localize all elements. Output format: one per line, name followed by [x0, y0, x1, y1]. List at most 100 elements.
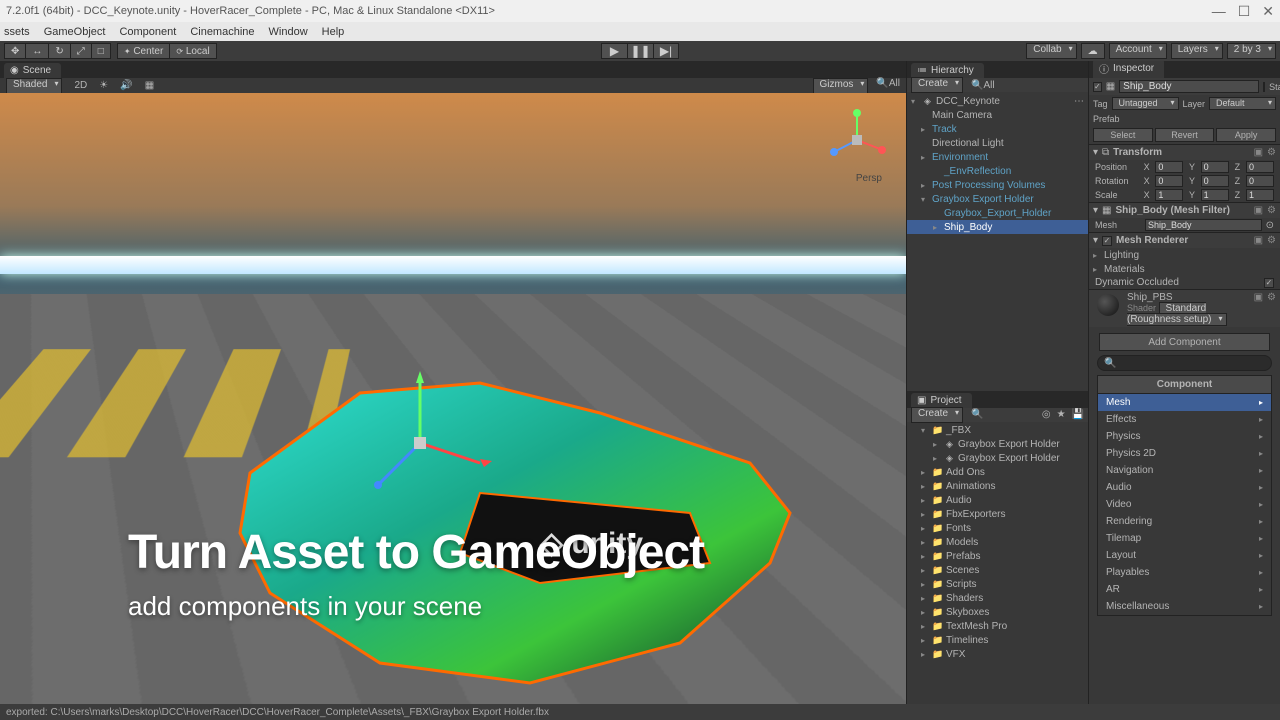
project-filter-icon[interactable]: ◎	[1042, 409, 1051, 420]
scene-light-icon[interactable]: ☀	[99, 80, 108, 91]
account-dropdown[interactable]: Account	[1109, 43, 1167, 59]
window-maximize-icon[interactable]: ☐	[1238, 3, 1251, 20]
add-component-item[interactable]: Navigation▸	[1098, 462, 1271, 479]
scale-tool[interactable]: ⤢	[70, 43, 91, 59]
add-component-item[interactable]: AR▸	[1098, 581, 1271, 598]
project-item[interactable]: ▸📁Fonts	[907, 522, 1088, 536]
project-search[interactable]: 🔍	[971, 409, 983, 420]
pause-button[interactable]: ❚❚	[627, 43, 653, 59]
help-icon[interactable]: ▣	[1254, 205, 1263, 216]
rect-tool[interactable]: □	[91, 43, 111, 59]
layer-dropdown[interactable]: Default	[1209, 97, 1276, 110]
layout-dropdown[interactable]: 2 by 3	[1227, 43, 1276, 59]
menu-assets[interactable]: ssets	[4, 26, 30, 38]
add-component-item[interactable]: Playables▸	[1098, 564, 1271, 581]
play-button[interactable]: ▶	[601, 43, 627, 59]
hierarchy-item[interactable]: ▸Ship_Body	[907, 220, 1088, 234]
scene-audio-icon[interactable]: 🔊	[120, 80, 132, 91]
hierarchy-item[interactable]: ▾Graybox Export Holder	[907, 192, 1088, 206]
scene-viewport[interactable]: ◇ unity Persp	[0, 93, 906, 720]
add-component-item[interactable]: Effects▸	[1098, 411, 1271, 428]
help-icon[interactable]: ▣	[1254, 292, 1263, 303]
hand-tool[interactable]: ✥	[4, 43, 25, 59]
project-item[interactable]: ▸◈Graybox Export Holder	[907, 438, 1088, 452]
pos-x[interactable]	[1155, 161, 1183, 173]
hierarchy-item[interactable]: Graybox_Export_Holder	[907, 206, 1088, 220]
hierarchy-item[interactable]: ▸Environment	[907, 150, 1088, 164]
ship-mesh[interactable]: ◇ unity	[230, 353, 810, 693]
hierarchy-item[interactable]: _EnvReflection	[907, 164, 1088, 178]
gear-icon[interactable]: ⚙	[1267, 235, 1276, 246]
collab-dropdown[interactable]: Collab	[1026, 43, 1076, 59]
project-create[interactable]: Create	[911, 407, 963, 423]
project-item[interactable]: ▸📁Shaders	[907, 592, 1088, 606]
move-tool[interactable]: ↔	[25, 43, 48, 59]
project-item[interactable]: ▾📁_FBX	[907, 424, 1088, 438]
add-component-item[interactable]: Physics▸	[1098, 428, 1271, 445]
rot-y[interactable]	[1201, 175, 1229, 187]
add-component-item[interactable]: Tilemap▸	[1098, 530, 1271, 547]
scene-2d-toggle[interactable]: 2D	[74, 80, 87, 91]
project-item[interactable]: ▸📁FbxExporters	[907, 508, 1088, 522]
gizmos-dropdown[interactable]: Gizmos	[813, 78, 869, 94]
add-component-item[interactable]: Miscellaneous▸	[1098, 598, 1271, 615]
menu-help[interactable]: Help	[322, 26, 345, 38]
gameobject-name-field[interactable]	[1119, 80, 1259, 93]
shading-dropdown[interactable]: Shaded	[6, 78, 62, 94]
gameobject-active-toggle[interactable]: ✓	[1093, 82, 1102, 92]
layers-dropdown[interactable]: Layers	[1171, 43, 1223, 59]
project-item[interactable]: ▸📁Timelines	[907, 634, 1088, 648]
hierarchy-item[interactable]: Directional Light	[907, 136, 1088, 150]
add-component-item[interactable]: Layout▸	[1098, 547, 1271, 564]
project-item[interactable]: ▸📁VFX	[907, 648, 1088, 662]
inspector-tab[interactable]: ⓘInspector	[1093, 59, 1164, 78]
hierarchy-create[interactable]: Create	[911, 77, 963, 93]
add-component-search-input[interactable]	[1120, 358, 1265, 369]
add-component-button[interactable]: Add Component	[1099, 333, 1270, 351]
help-icon[interactable]: ▣	[1254, 235, 1263, 246]
add-component-item[interactable]: Mesh▸	[1098, 394, 1271, 411]
lighting-foldout[interactable]: ▸Lighting	[1089, 248, 1280, 262]
object-picker-icon[interactable]: ⊙	[1266, 220, 1274, 231]
gear-icon[interactable]: ⚙	[1267, 147, 1276, 158]
menu-gameobject[interactable]: GameObject	[44, 26, 106, 38]
menu-component[interactable]: Component	[119, 26, 176, 38]
scene-search[interactable]: 🔍All	[876, 78, 900, 94]
pos-z[interactable]	[1246, 161, 1274, 173]
project-item[interactable]: ▸📁Audio	[907, 494, 1088, 508]
hierarchy-scene-root[interactable]: ▾◈DCC_Keynote⋯	[907, 94, 1088, 108]
prefab-select-button[interactable]: Select	[1093, 128, 1153, 142]
material-header[interactable]: Ship_PBS Shader Standard (Roughness setu…	[1089, 289, 1280, 327]
add-component-item[interactable]: Audio▸	[1098, 479, 1271, 496]
project-item[interactable]: ▸📁Scripts	[907, 578, 1088, 592]
orientation-gizmo[interactable]	[826, 109, 888, 171]
pivot-center[interactable]: ✦ Center	[117, 43, 170, 59]
transform-component-header[interactable]: ▾ ⧉ Transform ▣ ⚙	[1089, 144, 1280, 160]
menu-cinemachine[interactable]: Cinemachine	[190, 26, 254, 38]
project-item[interactable]: ▸📁Animations	[907, 480, 1088, 494]
step-button[interactable]: ▶|	[653, 43, 679, 59]
scene-tab[interactable]: ◉Scene	[4, 63, 61, 78]
scl-y[interactable]	[1201, 189, 1229, 201]
project-item[interactable]: ▸◈Graybox Export Holder	[907, 452, 1088, 466]
scl-z[interactable]	[1246, 189, 1274, 201]
gear-icon[interactable]: ⚙	[1267, 205, 1276, 216]
hierarchy-item[interactable]: ▸Post Processing Volumes	[907, 178, 1088, 192]
project-star-icon[interactable]: ★	[1057, 409, 1066, 420]
meshfilter-mesh-field[interactable]	[1145, 219, 1262, 231]
meshrenderer-enabled-toggle[interactable]: ✓	[1102, 236, 1112, 246]
project-save-icon[interactable]: 💾	[1072, 409, 1084, 420]
project-item[interactable]: ▸📁TextMesh Pro	[907, 620, 1088, 634]
static-toggle[interactable]	[1263, 82, 1265, 92]
add-component-item[interactable]: Physics 2D▸	[1098, 445, 1271, 462]
dynamic-occluded-toggle[interactable]: ✓	[1264, 278, 1274, 288]
gear-icon[interactable]: ⚙	[1267, 292, 1276, 303]
meshrenderer-component-header[interactable]: ▾ ✓ Mesh Renderer ▣ ⚙	[1089, 232, 1280, 248]
hierarchy-tab[interactable]: ≔Hierarchy	[911, 63, 984, 78]
hierarchy-item[interactable]: ▸Track	[907, 122, 1088, 136]
materials-foldout[interactable]: ▸Materials	[1089, 262, 1280, 276]
cloud-icon[interactable]: ☁	[1081, 43, 1105, 59]
hierarchy-search[interactable]: 🔍All	[971, 80, 995, 91]
window-close-icon[interactable]: ✕	[1262, 3, 1274, 20]
add-component-item[interactable]: Video▸	[1098, 496, 1271, 513]
